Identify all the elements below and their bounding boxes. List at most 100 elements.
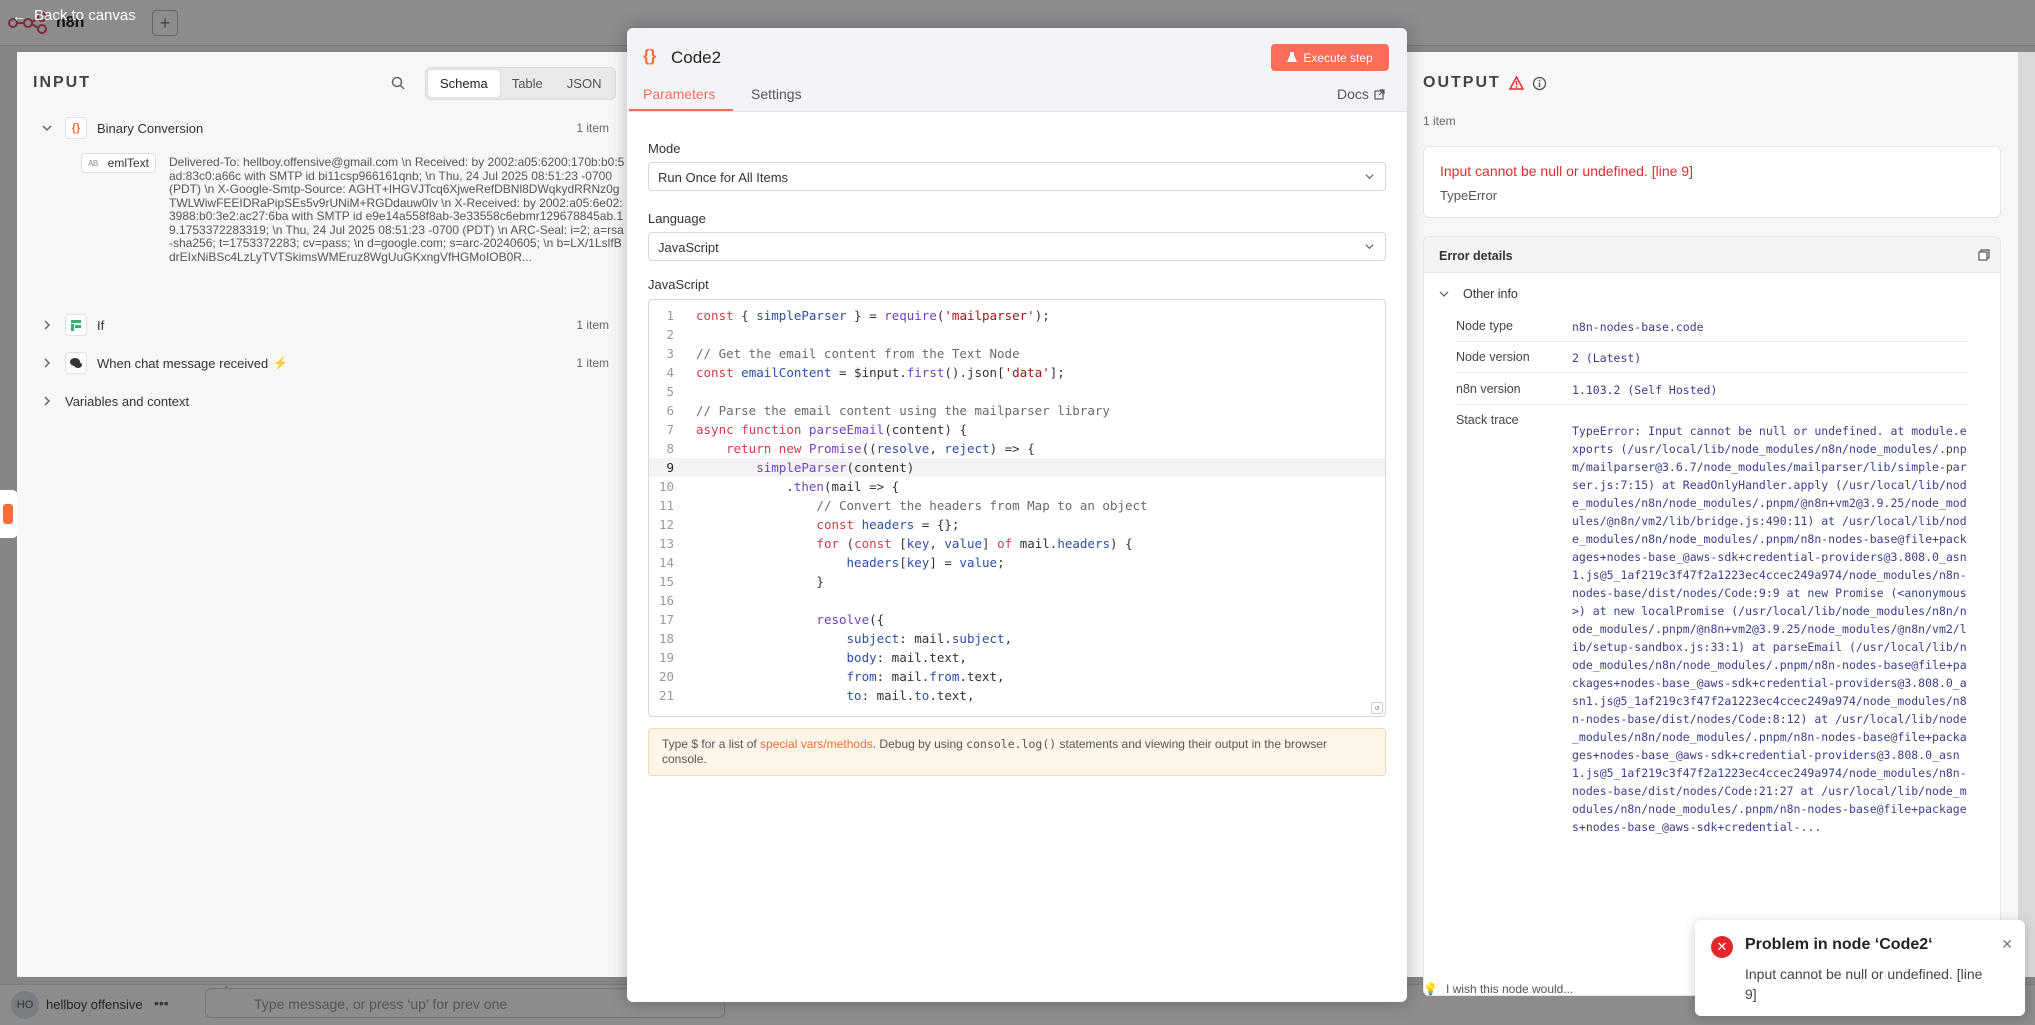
- language-value: JavaScript: [658, 240, 719, 255]
- code-line[interactable]: 13 for (const [key, value] of mail.heade…: [649, 534, 1385, 553]
- toast-title: Problem in node ‘Code2‘: [1745, 936, 1933, 953]
- line-number: 8: [666, 441, 674, 456]
- code-line[interactable]: 12 const headers = {};: [649, 515, 1385, 534]
- execute-step-label: Execute step: [1303, 50, 1373, 65]
- info-icon[interactable]: [1532, 76, 1547, 91]
- code-line[interactable]: 9 simpleParser(content): [649, 458, 1385, 477]
- line-number: 20: [658, 669, 674, 684]
- line-number: 16: [658, 593, 674, 608]
- item-count: 1 item: [576, 356, 609, 370]
- line-number: 18: [658, 631, 674, 646]
- language-select[interactable]: JavaScript: [648, 232, 1386, 261]
- node-type-value: n8n-nodes-base.code: [1572, 320, 1704, 334]
- tree-node-binary-conversion[interactable]: {} Binary Conversion 1 item: [17, 116, 627, 140]
- code-line[interactable]: 4 const emailContent = $input.first().jso…: [649, 363, 1385, 382]
- search-icon[interactable]: [391, 76, 405, 90]
- chevron-down-icon: [1365, 174, 1374, 180]
- stack-trace-key: Stack trace: [1456, 413, 1519, 427]
- code-line[interactable]: 1 const { simpleParser } = require('mailp…: [649, 306, 1385, 325]
- code-line[interactable]: 5: [649, 382, 1385, 401]
- divider: [1456, 372, 1968, 373]
- tab-schema[interactable]: Schema: [428, 70, 500, 97]
- line-number: 3: [666, 346, 674, 361]
- docs-link[interactable]: Docs: [1337, 86, 1385, 102]
- code-line[interactable]: 20 from: mail.from.text,: [649, 667, 1385, 686]
- code-line[interactable]: 16: [649, 591, 1385, 610]
- line-number: 13: [658, 536, 674, 551]
- parameters-panel: {} Code2 Execute step Parameters Setting…: [627, 28, 1407, 1002]
- code-editor[interactable]: ↺ 1 const { simpleParser } = require('mai…: [648, 299, 1386, 717]
- code-line[interactable]: 19 body: mail.text,: [649, 648, 1385, 667]
- chevron-right-icon[interactable]: [41, 395, 53, 407]
- tree-node-if[interactable]: If 1 item: [17, 313, 627, 337]
- code-text: const headers = {};: [816, 517, 960, 532]
- close-icon[interactable]: ✕: [2001, 936, 2013, 953]
- code-line[interactable]: 8 return new Promise((resolve, reject) =…: [649, 439, 1385, 458]
- tree-node-label: When chat message received: [97, 355, 269, 371]
- chevron-right-icon[interactable]: [41, 319, 53, 331]
- mode-label: Mode: [648, 141, 681, 156]
- back-to-canvas-link[interactable]: ← Back to canvas: [12, 7, 136, 24]
- tab-parameters[interactable]: Parameters: [643, 86, 715, 102]
- output-item-count: 1 item: [1423, 114, 1456, 128]
- code-hint: Type $ for a list of special vars/method…: [648, 728, 1386, 776]
- line-number: 1: [666, 308, 674, 323]
- code-text: body: mail.text,: [846, 650, 967, 665]
- chevron-down-icon: [1439, 291, 1449, 297]
- chevron-right-icon[interactable]: [41, 357, 53, 369]
- tab-json[interactable]: JSON: [555, 70, 614, 97]
- chevron-down-icon: [1365, 244, 1374, 250]
- execute-step-button[interactable]: Execute step: [1271, 44, 1389, 71]
- error-type: TypeError: [1440, 188, 1498, 203]
- code-line[interactable]: 15 }: [649, 572, 1385, 591]
- drag-handle[interactable]: [0, 490, 18, 538]
- input-panel: INPUT Schema Table JSON {} Binary Conver…: [17, 52, 627, 977]
- panel-header: {} Code2 Execute step Parameters Setting…: [627, 28, 1407, 112]
- tree-node-variables[interactable]: Variables and context: [17, 389, 627, 413]
- code-line[interactable]: 17 resolve({: [649, 610, 1385, 629]
- tree-node-chat-trigger[interactable]: When chat message received ⚡ 1 item: [17, 351, 627, 375]
- code-line[interactable]: 10 .then(mail => {: [649, 477, 1385, 496]
- node-name[interactable]: Code2: [671, 48, 721, 68]
- code-text: .then(mail => {: [696, 479, 900, 494]
- code-text: subject: mail.subject,: [846, 631, 1013, 646]
- chevron-down-icon[interactable]: [41, 122, 53, 134]
- error-details-header: Error details: [1424, 237, 2000, 273]
- code-text: const { simpleParser } = require('mailpa…: [696, 308, 1050, 323]
- lightning-icon: ⚡: [273, 356, 288, 370]
- tree-node-label: If: [97, 317, 105, 333]
- input-title: INPUT: [33, 74, 91, 91]
- code-line[interactable]: 21 to: mail.to.text,: [649, 686, 1385, 705]
- error-card: Input cannot be null or undefined. [line…: [1423, 146, 2001, 218]
- copy-icon[interactable]: [1978, 249, 1990, 261]
- n8n-version-value: 1.103.2 (Self Hosted): [1572, 383, 1718, 397]
- back-to-canvas-label: Back to canvas: [34, 7, 136, 24]
- mode-value: Run Once for All Items: [658, 170, 789, 185]
- line-number: 12: [658, 517, 674, 532]
- other-info-toggle[interactable]: Other info: [1439, 287, 1518, 301]
- node-type-key: Node type: [1456, 319, 1513, 333]
- code-text: // Get the email content from the Text N…: [696, 346, 1020, 361]
- line-number: 15: [658, 574, 674, 589]
- code-line[interactable]: 7 async function parseEmail(content) {: [649, 420, 1385, 439]
- code-line[interactable]: 6 // Parse the email content using the ma…: [649, 401, 1385, 420]
- code-text: simpleParser(content): [756, 460, 915, 475]
- code-line[interactable]: 2: [649, 325, 1385, 344]
- tab-settings[interactable]: Settings: [751, 86, 802, 102]
- code-line[interactable]: 11 // Convert the headers from Map to an…: [649, 496, 1385, 515]
- mode-select[interactable]: Run Once for All Items: [648, 162, 1386, 191]
- output-title: OUTPUT: [1423, 74, 1501, 91]
- tab-table[interactable]: Table: [500, 70, 555, 97]
- line-number: 7: [666, 422, 674, 437]
- line-number: 4: [666, 365, 674, 380]
- field-name-tag[interactable]: AB emlText: [81, 153, 157, 173]
- lightbulb-icon: 💡: [1423, 982, 1438, 996]
- feedback-link[interactable]: 💡 I wish this node would...: [1423, 982, 1573, 996]
- code-text: from: mail.from.text,: [846, 669, 1005, 684]
- code-line[interactable]: 3 // Get the email content from the Text …: [649, 344, 1385, 363]
- chat-bubble-icon: [65, 352, 87, 374]
- code-line[interactable]: 14 headers[key] = value;: [649, 553, 1385, 572]
- error-details-title: Error details: [1439, 249, 1513, 263]
- special-vars-link[interactable]: special vars/methods: [760, 737, 873, 751]
- code-line[interactable]: 18 subject: mail.subject,: [649, 629, 1385, 648]
